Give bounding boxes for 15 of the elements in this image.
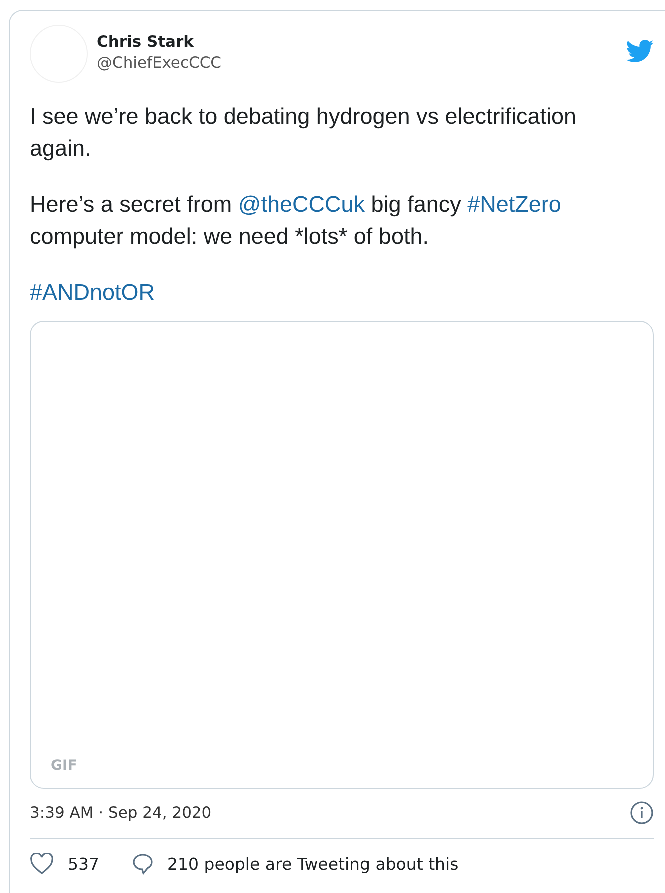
- gif-label: GIF: [51, 758, 78, 774]
- speech-bubble-icon[interactable]: [132, 853, 154, 875]
- tweet-text: Here’s a secret from @theCCCuk big fancy #NetZero computer model: we need *lots* of both.: [30, 191, 562, 251]
- conversation-link[interactable]: 210 people are Tweeting about this: [168, 854, 459, 874]
- info-icon[interactable]: [630, 801, 654, 825]
- author-handle[interactable]: @ChiefExecCCC: [97, 53, 626, 74]
- hashtag-link[interactable]: #ANDnotOR: [30, 280, 156, 305]
- like-count[interactable]: 537: [68, 854, 100, 874]
- tweet-text: I see we’re back to debating hydrogen vs electrification again.: [30, 103, 578, 163]
- heart-icon[interactable]: [30, 853, 54, 875]
- hashtag-link[interactable]: #NetZero: [468, 192, 562, 217]
- hashtag-link[interactable]: @theCCCuk: [238, 192, 366, 217]
- timestamp[interactable]: 3:39 AM · Sep 24, 2020: [30, 804, 212, 822]
- author-name[interactable]: Chris Stark: [97, 32, 626, 53]
- bird-icon[interactable]: [626, 40, 654, 63]
